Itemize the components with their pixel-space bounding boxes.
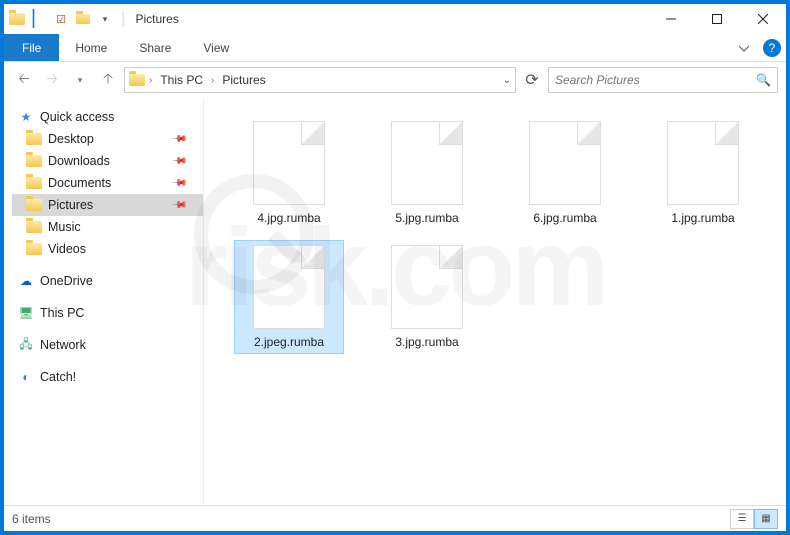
title-divider: │ [120, 12, 128, 26]
file-list[interactable]: 4.jpg.rumba 5.jpg.rumba 6.jpg.rumba 1.jpg.r… [204, 98, 786, 505]
ribbon: File Home Share View ? [4, 34, 786, 62]
help-button[interactable]: ? [758, 34, 786, 61]
recent-locations-button[interactable]: ▾ [68, 68, 92, 92]
sidebar-item-label: This PC [40, 306, 84, 320]
address-dropdown-button[interactable]: ⌄ [503, 75, 511, 86]
pin-icon: 📌 [170, 153, 187, 170]
sidebar-quick-access[interactable]: ★ Quick access [12, 106, 203, 128]
sidebar-item-documents[interactable]: Documents 📌 [12, 172, 203, 194]
folder-icon [26, 241, 42, 257]
chevron-right-icon[interactable]: › [149, 75, 152, 86]
sidebar-network[interactable]: 🖧 Network [12, 334, 203, 356]
sidebar-item-label: Music [48, 220, 81, 234]
catch-icon: ◐ [18, 369, 34, 385]
sidebar-item-videos[interactable]: Videos [12, 238, 203, 260]
status-bar: 6 items ☰ ▦ [4, 505, 786, 531]
help-icon: ? [763, 39, 781, 57]
minimize-button[interactable] [648, 4, 694, 34]
sidebar-item-label: Catch! [40, 370, 76, 384]
tab-home[interactable]: Home [59, 34, 123, 61]
chevron-right-icon[interactable]: › [211, 75, 214, 86]
tab-share[interactable]: Share [123, 34, 187, 61]
refresh-button[interactable]: ⟳ [520, 68, 544, 92]
sidebar-label: Quick access [40, 110, 114, 124]
forward-button[interactable]: 🡢 [40, 68, 64, 92]
close-button[interactable] [740, 4, 786, 34]
sidebar-item-label: Videos [48, 242, 86, 256]
search-box[interactable]: 🔍 [548, 67, 778, 93]
file-name-label: 4.jpg.rumba [257, 211, 320, 225]
file-name-label: 6.jpg.rumba [533, 211, 596, 225]
sidebar-item-pictures[interactable]: Pictures 📌 [12, 194, 203, 216]
folder-icon [26, 131, 42, 147]
titlebar: ▏ ☑ ▾ │ Pictures [4, 4, 786, 34]
qat-separator: ▏ [30, 10, 48, 28]
search-input[interactable] [555, 73, 756, 87]
file-thumbnail-icon [391, 245, 463, 329]
navigation-bar: 🡠 🡢 ▾ 🡡 › This PC › Pictures ⌄ ⟳ 🔍 [4, 62, 786, 98]
search-icon: 🔍 [756, 73, 771, 87]
breadcrumb-pictures[interactable]: Pictures [218, 71, 269, 89]
folder-icon [26, 197, 42, 213]
file-thumbnail-icon [253, 121, 325, 205]
pin-icon: 📌 [170, 197, 187, 214]
quick-access-icon: ★ [18, 109, 34, 125]
status-text: 6 items [12, 512, 51, 526]
sidebar-item-downloads[interactable]: Downloads 📌 [12, 150, 203, 172]
back-button[interactable]: 🡠 [12, 68, 36, 92]
sidebar-this-pc[interactable]: 🖥 This PC [12, 302, 203, 324]
sidebar-item-label: Pictures [48, 198, 93, 212]
explorer-icon [8, 10, 26, 28]
folder-icon [26, 219, 42, 235]
file-tab[interactable]: File [4, 34, 59, 61]
folder-icon [26, 175, 42, 191]
sidebar-item-label: Downloads [48, 154, 110, 168]
file-name-label: 1.jpg.rumba [671, 211, 734, 225]
qat-properties-icon[interactable]: ☑ [52, 10, 70, 28]
window-title: Pictures [136, 12, 179, 26]
network-icon: 🖧 [18, 337, 34, 353]
pin-icon: 📌 [170, 175, 187, 192]
file-item[interactable]: 5.jpg.rumba [372, 116, 482, 230]
view-large-icons-button[interactable]: ▦ [754, 509, 778, 529]
address-bar[interactable]: › This PC › Pictures ⌄ [124, 67, 516, 93]
file-item[interactable]: 4.jpg.rumba [234, 116, 344, 230]
breadcrumb-this-pc[interactable]: This PC [156, 71, 207, 89]
sidebar-item-music[interactable]: Music [12, 216, 203, 238]
folder-icon [26, 153, 42, 169]
sidebar-item-label: Network [40, 338, 86, 352]
sidebar-item-desktop[interactable]: Desktop 📌 [12, 128, 203, 150]
onedrive-icon: ☁ [18, 273, 34, 289]
sidebar-item-label: Documents [48, 176, 111, 190]
sidebar-item-label: OneDrive [40, 274, 93, 288]
file-thumbnail-icon [253, 245, 325, 329]
file-name-label: 5.jpg.rumba [395, 211, 458, 225]
qat-dropdown-icon[interactable]: ▾ [96, 10, 114, 28]
file-item[interactable]: 2.jpeg.rumba [234, 240, 344, 354]
expand-ribbon-button[interactable] [730, 34, 758, 61]
file-thumbnail-icon [529, 121, 601, 205]
file-item[interactable]: 1.jpg.rumba [648, 116, 758, 230]
file-thumbnail-icon [391, 121, 463, 205]
maximize-button[interactable] [694, 4, 740, 34]
qat-newfolder-icon[interactable] [74, 10, 92, 28]
file-item[interactable]: 3.jpg.rumba [372, 240, 482, 354]
up-button[interactable]: 🡡 [96, 68, 120, 92]
tab-view[interactable]: View [187, 34, 245, 61]
file-name-label: 2.jpeg.rumba [254, 335, 324, 349]
file-name-label: 3.jpg.rumba [395, 335, 458, 349]
sidebar-catch[interactable]: ◐ Catch! [12, 366, 203, 388]
location-folder-icon [129, 72, 145, 88]
this-pc-icon: 🖥 [18, 305, 34, 321]
file-item[interactable]: 6.jpg.rumba [510, 116, 620, 230]
view-details-button[interactable]: ☰ [730, 509, 754, 529]
sidebar-onedrive[interactable]: ☁ OneDrive [12, 270, 203, 292]
file-thumbnail-icon [667, 121, 739, 205]
nav-pane: ★ Quick access Desktop 📌 Downloads 📌 Doc… [4, 98, 204, 505]
sidebar-item-label: Desktop [48, 132, 94, 146]
pin-icon: 📌 [170, 131, 187, 148]
